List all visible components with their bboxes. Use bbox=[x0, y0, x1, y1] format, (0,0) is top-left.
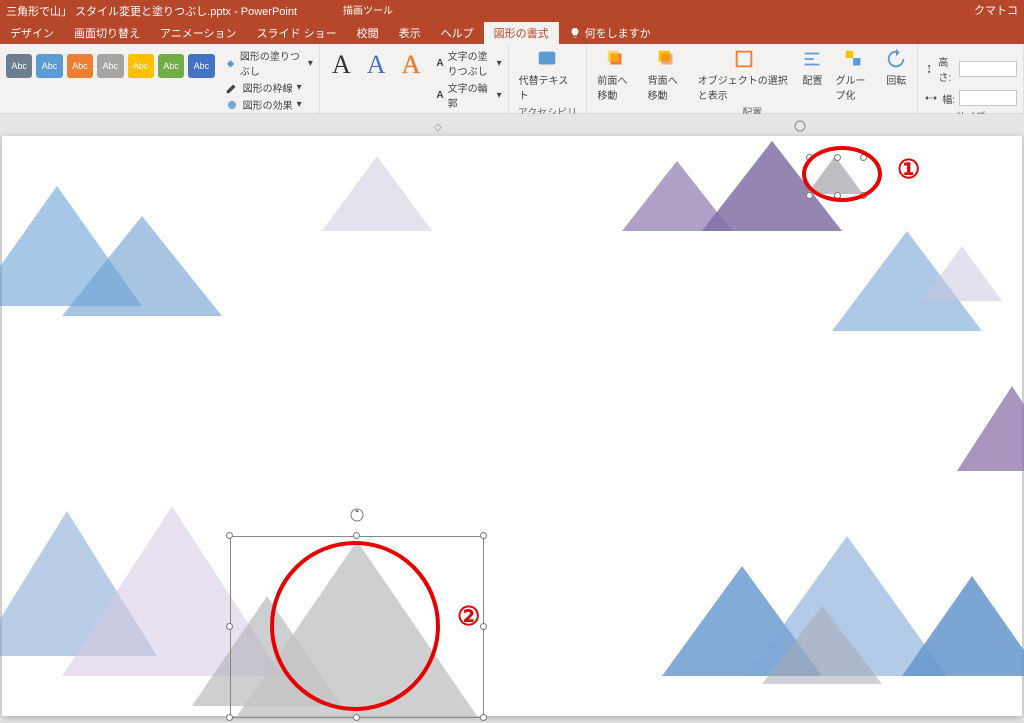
text-fill-button[interactable]: A文字の塗りつぶし ▾ bbox=[436, 48, 501, 78]
triangle-shape[interactable] bbox=[762, 606, 882, 684]
width-label: 幅: bbox=[942, 91, 955, 106]
alt-text-button[interactable]: 代替テキスト bbox=[515, 48, 581, 102]
rotate-handle-icon[interactable] bbox=[348, 506, 366, 524]
annotation-circle bbox=[270, 541, 440, 711]
resize-handle[interactable] bbox=[226, 532, 233, 539]
bring-forward-icon bbox=[605, 48, 627, 70]
selection-pane-icon bbox=[733, 48, 755, 70]
tab-view[interactable]: 表示 bbox=[389, 22, 431, 44]
rotate-button[interactable]: 回転 bbox=[881, 48, 911, 87]
tab-shape-format[interactable]: 図形の書式 bbox=[484, 22, 559, 44]
triangle-shape[interactable] bbox=[62, 216, 222, 316]
resize-handle[interactable] bbox=[353, 714, 360, 721]
wordart-preset[interactable]: A bbox=[396, 48, 427, 82]
width-icon bbox=[924, 91, 938, 105]
tab-slideshow[interactable]: スライド ショー bbox=[247, 22, 347, 44]
alt-text-icon bbox=[536, 48, 558, 70]
bring-forward-button[interactable]: 前面へ移動 bbox=[593, 48, 639, 102]
tell-me-search[interactable]: 何をしますか bbox=[559, 25, 651, 41]
shape-style-preset[interactable]: Abc bbox=[188, 54, 214, 78]
group-arrange: 前面へ移動 背面へ移動 オブジェクトの選択と表示 配置 グループ化 回転 bbox=[587, 44, 918, 113]
slide-canvas-area: ◇ bbox=[0, 114, 1024, 723]
shape-outline-button[interactable]: 図形の枠線 ▾ bbox=[225, 80, 313, 95]
shape-fill-button[interactable]: 図形の塗りつぶし ▾ bbox=[225, 48, 313, 78]
shape-style-preset[interactable]: Abc bbox=[97, 54, 123, 78]
height-label: 高さ: bbox=[938, 54, 955, 84]
resize-handle[interactable] bbox=[480, 714, 487, 721]
triangle-shape[interactable] bbox=[902, 576, 1024, 676]
group-wordart-styles: A A A A文字の塗りつぶし ▾ A文字の輪郭 ▾ A文字の効果 ▾ ワードア… bbox=[320, 44, 509, 113]
align-button[interactable]: 配置 bbox=[797, 48, 827, 87]
resize-handle[interactable] bbox=[480, 623, 487, 630]
group-shape-styles: Abc Abc Abc Abc Abc Abc Abc 図形の塗りつぶし ▾ 図… bbox=[0, 44, 320, 113]
file-title: 三角形で山」 スタイル変更と塗りつぶし.pptx - PowerPoint bbox=[0, 3, 1024, 19]
height-icon bbox=[924, 62, 934, 76]
paint-bucket-icon bbox=[225, 56, 236, 70]
ribbon-tabs: デザイン 画面切り替え アニメーション スライド ショー 校閲 表示 ヘルプ 図… bbox=[0, 22, 1024, 44]
width-input[interactable] bbox=[959, 90, 1017, 106]
triangle-shape[interactable] bbox=[957, 386, 1024, 471]
group-accessibility: 代替テキスト アクセシビリティ bbox=[509, 44, 588, 113]
shape-effects-button[interactable]: 図形の効果 ▾ bbox=[225, 97, 313, 112]
text-outline-button[interactable]: A文字の輪郭 ▾ bbox=[436, 80, 501, 110]
tell-me-label: 何をしますか bbox=[585, 25, 651, 41]
group-size: 高さ: 幅: サイズ bbox=[918, 44, 1024, 113]
wordart-preset[interactable]: A bbox=[361, 48, 392, 82]
shape-style-preset[interactable]: Abc bbox=[158, 54, 184, 78]
contextual-tools-label: 描画ツール bbox=[333, 0, 403, 19]
align-icon bbox=[801, 48, 823, 70]
resize-handle[interactable] bbox=[226, 714, 233, 721]
tab-help[interactable]: ヘルプ bbox=[431, 22, 484, 44]
height-input[interactable] bbox=[959, 61, 1017, 77]
ruler-handle-icon: ◇ bbox=[434, 122, 442, 133]
tab-transitions[interactable]: 画面切り替え bbox=[64, 22, 150, 44]
user-name: クマトコ bbox=[974, 2, 1018, 18]
wordart-preset[interactable]: A bbox=[326, 48, 357, 82]
pen-icon bbox=[225, 81, 239, 95]
title-bar: 三角形で山」 スタイル変更と塗りつぶし.pptx - PowerPoint 描画… bbox=[0, 0, 1024, 22]
resize-handle[interactable] bbox=[353, 532, 360, 539]
tab-design[interactable]: デザイン bbox=[0, 22, 64, 44]
tab-animations[interactable]: アニメーション bbox=[150, 22, 247, 44]
tab-review[interactable]: 校閲 bbox=[347, 22, 389, 44]
rotate-handle-icon bbox=[792, 118, 808, 134]
shape-style-preset[interactable]: Abc bbox=[128, 54, 154, 78]
lightbulb-icon bbox=[569, 27, 581, 39]
resize-handle[interactable] bbox=[226, 623, 233, 630]
shape-style-preset[interactable]: Abc bbox=[6, 54, 32, 78]
ribbon: Abc Abc Abc Abc Abc Abc Abc 図形の塗りつぶし ▾ 図… bbox=[0, 44, 1024, 114]
selection-pane-button[interactable]: オブジェクトの選択と表示 bbox=[694, 48, 794, 102]
annotation-circle bbox=[802, 146, 882, 202]
triangle-shape[interactable] bbox=[322, 156, 432, 231]
shape-style-preset[interactable]: Abc bbox=[67, 54, 93, 78]
triangle-shape[interactable] bbox=[922, 246, 1002, 301]
send-backward-button[interactable]: 背面へ移動 bbox=[644, 48, 690, 102]
slide[interactable]: ◇ bbox=[2, 136, 1022, 716]
shape-style-preset[interactable]: Abc bbox=[36, 54, 62, 78]
group-icon bbox=[843, 48, 865, 70]
effects-icon bbox=[225, 98, 239, 112]
annotation-number: ② bbox=[457, 601, 480, 632]
resize-handle[interactable] bbox=[480, 532, 487, 539]
group-button[interactable]: グループ化 bbox=[831, 48, 877, 102]
send-backward-icon bbox=[656, 48, 678, 70]
rotate-icon bbox=[885, 48, 907, 70]
annotation-number: ① bbox=[897, 154, 920, 185]
